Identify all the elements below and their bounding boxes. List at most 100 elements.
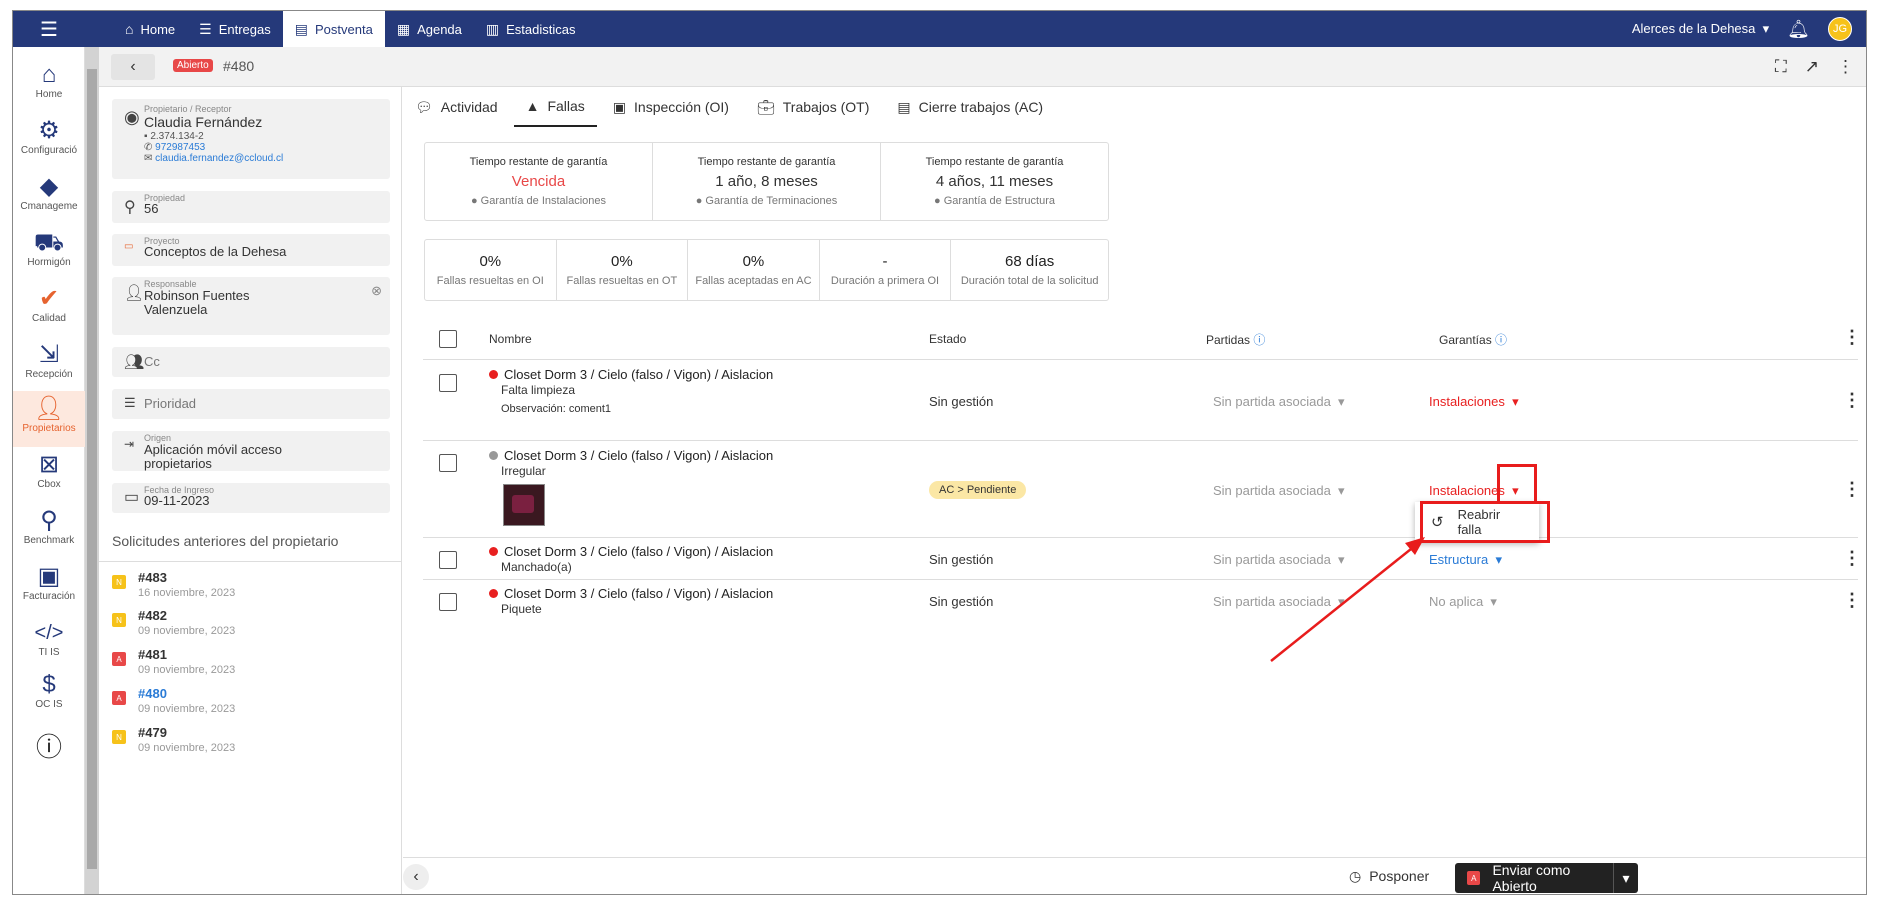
garantia-select[interactable]: Instalaciones ▾ — [1429, 394, 1519, 410]
status-badge: A — [1467, 871, 1481, 885]
partida-select[interactable]: Sin partida asociada ▾ — [1213, 394, 1345, 410]
bottom-action-bar: ‹ ◷ Posponer A Enviar como Abierto ▾ — [403, 857, 1866, 894]
collapse-panel-button[interactable]: ‹ — [403, 864, 429, 890]
sidebar-item-configuracion[interactable]: ⚙ Configuració — [13, 117, 85, 167]
sidebar-item-ti-is[interactable]: </> TI IS — [13, 619, 85, 669]
nav-home[interactable]: ⌂ Home — [113, 11, 187, 47]
row-checkbox[interactable] — [439, 593, 457, 611]
warranty-terminaciones: Tiempo restante de garantía 1 año, 8 mese… — [653, 143, 881, 220]
main-nav: ⌂ Home ☰ Entregas ▤ Postventa ▦ Agenda ▥ Esta… — [113, 11, 588, 47]
mail-icon: ✉ — [144, 153, 153, 164]
hamburger-menu-icon[interactable]: ☰ — [13, 11, 85, 47]
avatar[interactable]: JG — [1828, 17, 1852, 41]
date-in-field[interactable]: ▭ Fecha de Ingreso 09-11-2023 — [112, 483, 390, 513]
bell-icon[interactable]: 🔔︎ — [1787, 19, 1810, 40]
owner-email-link[interactable]: claudia.fernandez@ccloud.cl — [155, 153, 283, 164]
sidebar-item-hormigon[interactable]: ⛟ Hormigón — [13, 229, 85, 279]
owner-card: ◉ Propietario / Receptor Claudia Fernánd… — [112, 99, 390, 179]
row-menu-icon[interactable]: ⋮ — [1843, 390, 1861, 411]
status-badge: AC > Pendiente — [929, 481, 1027, 499]
back-button[interactable]: ‹ — [111, 54, 155, 80]
sidebar-item-recepcion[interactable]: ⇲ Recepción — [13, 341, 85, 391]
sidebar-item-oc-is[interactable]: $ OC IS — [13, 671, 85, 721]
wheelbarrow-icon: ⛟ — [33, 229, 65, 256]
sidebar-item-cmanagement[interactable]: ◆ Cmanageme — [13, 173, 85, 223]
more-vertical-icon[interactable]: ⋮ — [1837, 57, 1854, 77]
chevron-left-icon: ‹ — [130, 58, 136, 75]
tab-fallas[interactable]: ▲ Fallas — [513, 87, 597, 127]
row-checkbox[interactable] — [439, 374, 457, 392]
highlight-box — [1420, 501, 1550, 543]
row-menu-icon[interactable]: ⋮ — [1843, 479, 1861, 500]
top-navbar: ☰ ⌂ Home ☰ Entregas ▤ Postventa ▦ Agenda ▥ Es… — [13, 11, 1866, 47]
gear-icon: ⚙ — [38, 117, 60, 144]
warranty-estructura: Tiempo restante de garantía 4 años, 11 me… — [925, 156, 1064, 207]
status-badge: Abierto — [173, 59, 213, 72]
nav-postventa[interactable]: ▤ Postventa — [282, 11, 385, 47]
sidebar-item-calidad[interactable]: ✔ Calidad — [13, 285, 85, 335]
send-button[interactable]: A Enviar como Abierto ▾ — [1455, 862, 1638, 894]
property-field[interactable]: ⚲ Propiedad 56 — [112, 191, 390, 223]
row-checkbox[interactable] — [439, 551, 457, 569]
row-menu-icon[interactable]: ⋮ — [1843, 590, 1861, 611]
partida-select[interactable]: Sin partida asociada ▾ — [1213, 483, 1345, 499]
sidebar-item-propietarios[interactable]: 👤︎ Propietarios — [13, 391, 85, 447]
sidebar-item-home[interactable]: ⌂ Home — [13, 61, 85, 111]
garantia-select[interactable]: Estructura ▾ — [1429, 552, 1502, 568]
table-header: Nombre Estado Partidas ⓘ Garantías ⓘ ⋮ — [423, 318, 1861, 360]
sidebar-scrollbar[interactable] — [85, 47, 99, 894]
cbox-icon: ⊠ — [38, 451, 60, 478]
select-all-checkbox[interactable] — [439, 330, 457, 348]
header-actions: ⛶ ↗ ⋮ — [1775, 57, 1854, 77]
tab-actividad[interactable]: 💬︎ Actividad — [403, 87, 510, 127]
owner-phone-link[interactable]: 972987453 — [155, 142, 205, 153]
clear-icon[interactable]: ⊗ — [371, 283, 382, 299]
posponer-button[interactable]: ◷ Posponer — [1349, 868, 1429, 885]
priority-field[interactable]: ☰ Prioridad — [112, 389, 390, 419]
ticket-number: #480 — [223, 58, 255, 74]
nav-estadisticas[interactable]: ▥ Estadisticas — [474, 11, 588, 47]
list-item[interactable]: N #482 09 noviembre, 2023 — [112, 608, 392, 642]
garantia-select[interactable]: No aplica ▾ — [1429, 594, 1497, 610]
list-item[interactable]: N #483 16 noviembre, 2023 — [112, 570, 392, 604]
help-button[interactable]: ⓘ — [13, 733, 85, 773]
row-checkbox[interactable] — [439, 454, 457, 472]
project-field[interactable]: ▭ Proyecto Conceptos de la Dehesa — [112, 234, 390, 266]
stat-oi: 0% Fallas resueltas en OI — [425, 240, 557, 300]
previous-requests-title: Solicitudes anteriores del propietario — [112, 533, 339, 549]
status-dot — [489, 451, 498, 460]
list-item[interactable]: N #479 09 noviembre, 2023 — [112, 725, 392, 759]
inspection-icon: ▣ — [612, 98, 627, 115]
more-vertical-icon[interactable]: ⋮ — [1843, 327, 1861, 348]
sidebar-item-cbox[interactable]: ⊠ Cbox — [13, 451, 85, 501]
benchmark-icon: ⚲ — [40, 507, 58, 534]
cc-field[interactable]: 👥︎ Cc — [112, 347, 390, 377]
sidebar-item-facturacion[interactable]: ▣ Facturación — [13, 563, 85, 613]
reception-icon: ⇲ — [38, 341, 60, 368]
nav-entregas[interactable]: ☰ Entregas — [187, 11, 283, 47]
chevron-left-icon: ‹ — [413, 868, 419, 885]
document-icon: ▤ — [294, 20, 308, 37]
chevron-down-icon[interactable]: ▾ — [1612, 863, 1638, 893]
list-item[interactable]: A #480 09 noviembre, 2023 — [112, 686, 392, 720]
add-user-icon: 👤︎ — [124, 285, 145, 302]
nav-agenda[interactable]: ▦ Agenda — [385, 11, 474, 47]
invoice-icon: ▣ — [37, 563, 61, 590]
tab-trabajos[interactable]: 💼︎ Trabajos (OT) — [745, 87, 881, 127]
scroll-thumb[interactable] — [87, 69, 97, 869]
origin-field[interactable]: ⇥ Origen Aplicación móvil acceso propietar… — [112, 431, 390, 471]
open-external-icon[interactable]: ↗ — [1805, 57, 1819, 77]
expand-icon[interactable]: ⛶ — [1775, 57, 1787, 77]
sidebar-item-benchmark[interactable]: ⚲ Benchmark — [13, 507, 85, 557]
list-item[interactable]: A #481 09 noviembre, 2023 — [112, 647, 392, 681]
add-people-icon: 👥︎ — [124, 354, 145, 371]
fault-photo-thumbnail[interactable] — [503, 484, 545, 526]
project-selector[interactable]: Alerces de la Dehesa ▾ — [1632, 21, 1769, 37]
location-pin-icon: ⚲ — [124, 199, 136, 216]
row-menu-icon[interactable]: ⋮ — [1843, 548, 1861, 569]
clock-icon: ◷ — [1349, 868, 1362, 884]
warranty-instalaciones: Tiempo restante de garantía Vencida ● Gara… — [425, 143, 653, 220]
responsible-field[interactable]: 👤︎ Responsable Robinson Fuentes Valenzuela… — [112, 277, 390, 335]
tab-cierre[interactable]: ▤ Cierre trabajos (AC) — [885, 87, 1055, 127]
tab-inspeccion[interactable]: ▣ Inspección (OI) — [601, 87, 741, 127]
